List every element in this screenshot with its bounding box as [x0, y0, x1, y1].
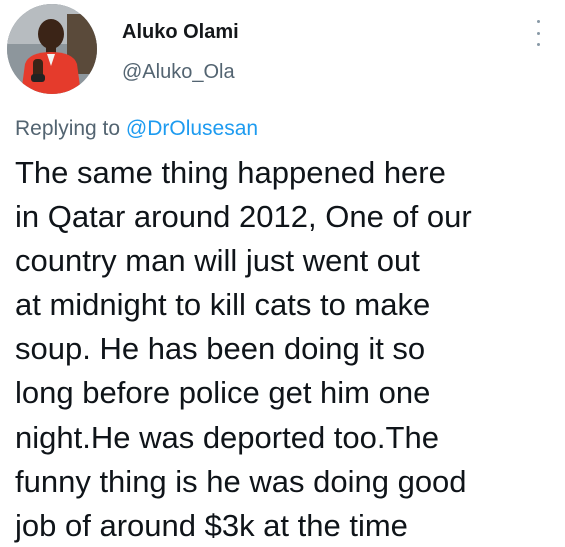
tweet-text-line: The same thing happened here	[15, 155, 446, 190]
more-vertical-icon	[536, 20, 540, 23]
more-vertical-icon-dot	[536, 43, 540, 46]
more-vertical-icon-dot	[536, 31, 540, 35]
author-handle[interactable]: @Aluko_Ola	[122, 60, 235, 84]
tweet: Aluko Olami @Aluko_Ola Replying to @DrOl…	[0, 0, 565, 547]
tweet-text-line: at midnight to kill cats to make	[15, 287, 431, 323]
author-display-name[interactable]: Aluko Olami	[122, 20, 239, 44]
tweet-text-line: night.He was deported too.The	[15, 419, 439, 455]
tweet-text-line: in Qatar around 2012, One of our	[15, 199, 472, 235]
more-options-button[interactable]	[530, 20, 546, 46]
reply-context: Replying to @DrOlusesan	[15, 117, 258, 141]
avatar-image	[7, 4, 97, 94]
reply-mention-link[interactable]: @DrOlusesan	[126, 117, 258, 140]
tweet-text-line: funny thing is he was doing good	[15, 463, 467, 499]
tweet-text-line: soup. He has been doing it so	[15, 331, 426, 367]
tweet-text-line: job of around $3k at the time	[15, 507, 408, 543]
tweet-text: The same thing happened here in Qatar ar…	[15, 151, 560, 547]
reply-context-prefix: Replying to	[15, 117, 126, 140]
avatar[interactable]	[7, 4, 97, 94]
tweet-text-line: long before police get him one	[15, 375, 431, 411]
tweet-text-line: country man will just went out	[15, 243, 420, 279]
